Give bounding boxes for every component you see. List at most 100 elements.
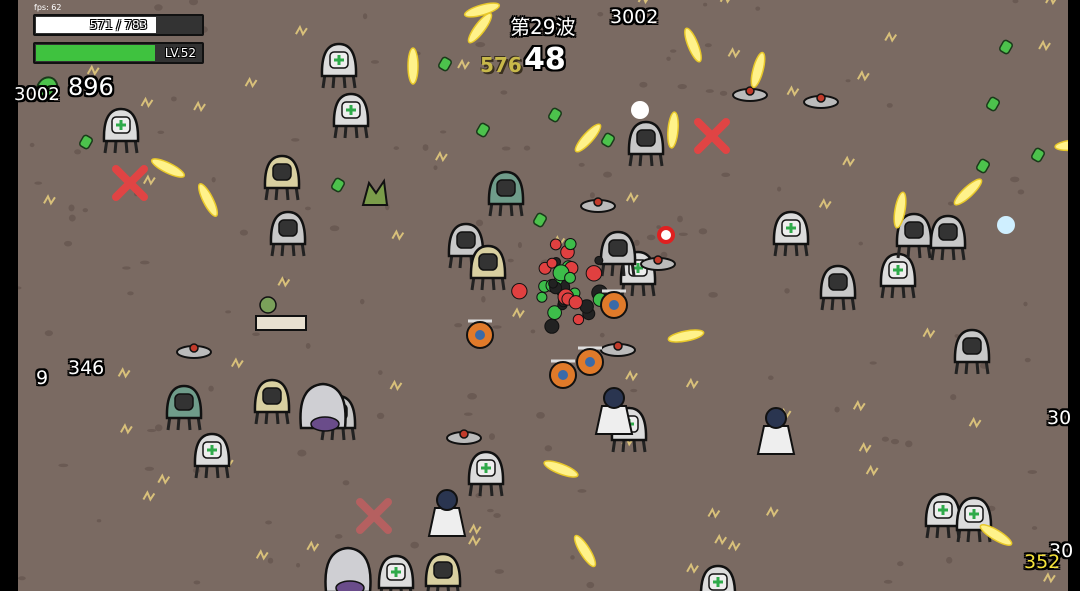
yellow-bullet-icon	[1054, 138, 1068, 152]
wave-timer: 48	[524, 42, 566, 77]
green-material-icon	[999, 39, 1013, 55]
pebble	[334, 534, 343, 539]
grass-tuft	[193, 100, 206, 113]
grass-tuft	[244, 76, 258, 89]
yellow-bullet-icon	[463, 2, 501, 18]
flying-drone-icon	[475, 330, 485, 340]
pebble	[677, 215, 683, 223]
grass-tuft	[865, 464, 879, 477]
pebble	[536, 412, 545, 419]
grass-tuft	[786, 85, 800, 97]
helmet-robot-icon	[165, 384, 203, 431]
helmet-robot-icon	[627, 120, 665, 167]
pebble	[530, 329, 536, 334]
pebble	[777, 186, 782, 192]
pebble	[488, 433, 495, 441]
pebble	[58, 463, 69, 468]
wave-label: 第29波	[510, 15, 576, 39]
grass-tuft	[1045, 0, 1057, 6]
pebble	[603, 171, 612, 178]
pebble	[296, 563, 301, 568]
pebble	[139, 260, 150, 265]
pebble	[755, 6, 761, 11]
grass-tuft	[306, 540, 320, 552]
pebble	[475, 219, 484, 227]
materials-count: 896	[68, 73, 114, 101]
pebble	[154, 424, 163, 432]
arena-ground	[18, 0, 1068, 591]
grass-tuft	[852, 400, 866, 412]
helmet-robot-icon	[469, 244, 507, 291]
pebble	[599, 332, 605, 338]
helmet-robot-icon	[269, 210, 307, 257]
tree-icon	[361, 178, 389, 206]
robot-shrine-icon	[427, 507, 467, 537]
enemy-bullet-icon	[631, 101, 649, 119]
pebble	[845, 79, 851, 83]
pebble	[193, 580, 201, 585]
grass-tuft	[255, 549, 269, 561]
pebble	[523, 145, 531, 151]
grass-tuft	[707, 507, 721, 519]
grass-tuft	[766, 506, 779, 518]
medic-robot-icon	[332, 92, 370, 139]
pebble	[410, 541, 419, 549]
pebble	[544, 445, 553, 452]
grass-tuft	[842, 155, 855, 168]
potato-character	[549, 238, 562, 251]
medic-robot-icon	[772, 210, 810, 257]
pebble	[34, 181, 43, 185]
grass-tuft	[120, 423, 133, 435]
grass-tuft	[142, 490, 156, 502]
grass-tuft	[858, 441, 872, 454]
pebble	[1010, 176, 1020, 183]
yellow-bullet-icon	[543, 460, 579, 478]
grass-tuft	[1043, 572, 1056, 584]
pebble	[433, 165, 438, 171]
grass-tuft	[457, 58, 470, 71]
pebble	[639, 81, 648, 88]
pebble	[578, 162, 585, 167]
medic-robot-icon	[320, 42, 358, 89]
pebble	[589, 192, 595, 199]
pebble	[646, 234, 656, 241]
pebble	[517, 242, 522, 249]
robot-shrine-icon	[603, 387, 625, 409]
pebble	[211, 176, 216, 183]
pebble	[947, 201, 954, 206]
helmet-robot-icon	[929, 214, 967, 261]
turret-landmine-icon	[189, 343, 199, 353]
turret-landmine-icon	[459, 429, 469, 439]
pebble	[154, 4, 163, 11]
pebble	[507, 258, 514, 263]
grass-tuft	[625, 370, 638, 382]
red-cross-marker-icon	[694, 118, 730, 154]
potato-character	[548, 278, 558, 289]
potato-character	[564, 237, 577, 251]
pebble	[68, 204, 75, 212]
pebble	[1017, 189, 1025, 195]
yellow-bullet-icon	[684, 27, 702, 63]
ice-shard-icon	[997, 216, 1015, 234]
pebble	[577, 489, 587, 493]
grass-tuft	[140, 96, 154, 109]
pebble	[883, 579, 893, 584]
ghost-beast-icon	[335, 580, 365, 591]
pebble	[950, 394, 957, 401]
pebble	[708, 291, 718, 298]
pebble	[18, 286, 22, 290]
grass-tuft	[117, 367, 131, 379]
grass-tuft	[295, 24, 308, 37]
green-material-icon	[1031, 147, 1045, 163]
pebble	[360, 298, 365, 305]
helmet-robot-icon	[487, 170, 525, 217]
grass-tuft	[884, 31, 898, 43]
pebble	[768, 375, 774, 380]
pebble	[265, 520, 272, 525]
pebble	[393, 146, 400, 150]
pebble	[784, 288, 790, 294]
green-material-icon	[79, 134, 93, 150]
pebble	[329, 225, 340, 232]
medic-robot-icon	[879, 252, 917, 299]
pebble	[239, 229, 248, 236]
